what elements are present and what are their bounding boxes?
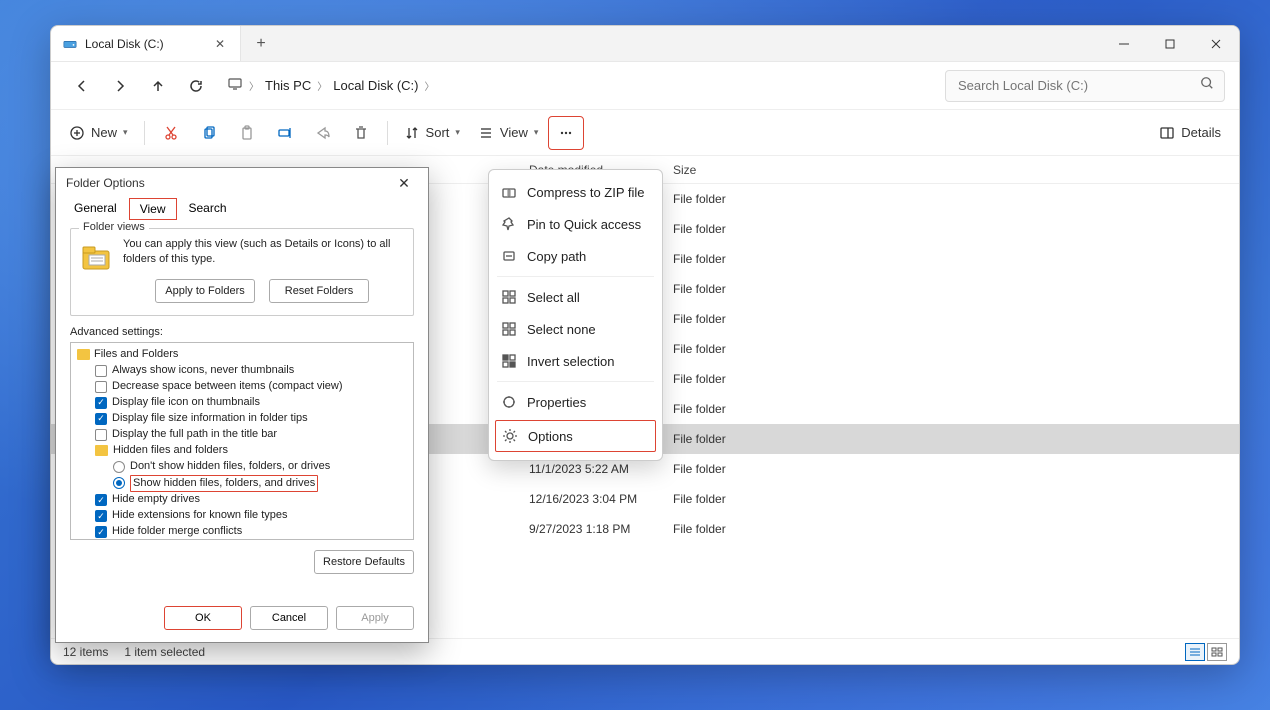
cell-type: File folder [673,372,813,386]
rename-button[interactable] [267,116,303,150]
view-button[interactable]: View▾ [470,116,546,150]
paste-button[interactable] [229,116,265,150]
reset-folders-button[interactable]: Reset Folders [269,279,369,303]
delete-button[interactable] [343,116,379,150]
close-window-button[interactable] [1193,26,1239,61]
cell-type: File folder [673,402,813,416]
folder-icon [95,445,108,456]
cancel-button[interactable]: Cancel [250,606,328,630]
toolbar: New▾ Sort▾ View▾ Details [51,110,1239,156]
menu-select-none[interactable]: Select none [489,313,662,345]
folder-views-icon [81,243,113,271]
new-tab-button[interactable]: + [241,26,281,61]
item-count: 12 items [63,645,108,659]
menu-pin[interactable]: Pin to Quick access [489,208,662,240]
cell-date: 12/16/2023 3:04 PM [529,492,673,506]
refresh-button[interactable] [179,69,213,103]
cut-button[interactable] [153,116,189,150]
cell-type: File folder [673,312,813,326]
tab-general[interactable]: General [64,198,127,220]
tab-title: Local Disk (C:) [85,37,204,51]
cell-date: 11/1/2023 5:22 AM [529,462,673,476]
search-input[interactable] [956,77,1200,94]
chevron-right-icon: 〉 [317,78,327,93]
advanced-settings-label: Advanced settings: [70,326,414,338]
details-pane-button[interactable]: Details [1151,116,1229,150]
browser-tab[interactable]: Local Disk (C:) ✕ [51,26,241,61]
share-button[interactable] [305,116,341,150]
radio[interactable] [113,461,125,473]
menu-options[interactable]: Options [495,420,656,452]
cell-date: 9/27/2023 1:18 PM [529,522,673,536]
tab-view[interactable]: View [129,198,177,220]
chevron-right-icon: 〉 [249,78,259,93]
selection-count: 1 item selected [124,645,205,659]
titlebar: Local Disk (C:) ✕ + [51,26,1239,62]
checkbox[interactable] [95,510,107,522]
menu-compress[interactable]: Compress to ZIP file [489,176,662,208]
folder-icon [77,349,90,360]
restore-defaults-button[interactable]: Restore Defaults [314,550,414,574]
menu-select-all[interactable]: Select all [489,281,662,313]
cell-type: File folder [673,432,813,446]
apply-to-folders-button[interactable]: Apply to Folders [155,279,255,303]
dialog-close-button[interactable]: ✕ [390,171,418,195]
minimize-button[interactable] [1101,26,1147,61]
radio[interactable] [113,477,125,489]
sort-button[interactable]: Sort▾ [396,116,468,150]
drive-icon [63,37,77,51]
cell-type: File folder [673,252,813,266]
thumbnails-view-toggle[interactable] [1207,643,1227,661]
crumb-this-pc[interactable]: This PC [265,78,311,93]
menu-properties[interactable]: Properties [489,386,662,418]
details-view-toggle[interactable] [1185,643,1205,661]
checkbox[interactable] [95,494,107,506]
folder-views-legend: Folder views [79,221,149,233]
up-button[interactable] [141,69,175,103]
chevron-right-icon: 〉 [424,78,434,93]
more-menu: Compress to ZIP file Pin to Quick access… [488,169,663,461]
cell-type: File folder [673,282,813,296]
cell-type: File folder [673,192,813,206]
back-button[interactable] [65,69,99,103]
tab-search[interactable]: Search [179,198,237,220]
crumb-local-disk[interactable]: Local Disk (C:) [333,78,418,93]
menu-invert-selection[interactable]: Invert selection [489,345,662,377]
menu-copy-path[interactable]: Copy path [489,240,662,272]
copy-button[interactable] [191,116,227,150]
monitor-icon [227,76,243,95]
checkbox[interactable] [95,429,107,441]
cell-type: File folder [673,462,813,476]
folder-options-dialog: Folder Options ✕ General View Search Fol… [55,167,429,643]
close-tab-button[interactable]: ✕ [212,36,228,52]
cell-type: File folder [673,492,813,506]
navbar: 〉 This PC 〉 Local Disk (C:) 〉 [51,62,1239,110]
checkbox[interactable] [95,365,107,377]
dialog-title: Folder Options [66,176,145,190]
checkbox[interactable] [95,526,107,538]
advanced-settings-tree[interactable]: Files and Folders Always show icons, nev… [70,342,414,540]
search-icon [1200,76,1214,95]
cell-type: File folder [673,342,813,356]
new-button[interactable]: New▾ [61,116,136,150]
folder-views-text: You can apply this view (such as Details… [123,237,403,267]
ok-button[interactable]: OK [164,606,242,630]
cell-type: File folder [673,222,813,236]
more-button[interactable] [548,116,584,150]
checkbox[interactable] [95,397,107,409]
forward-button[interactable] [103,69,137,103]
apply-button[interactable]: Apply [336,606,414,630]
breadcrumb[interactable]: 〉 This PC 〉 Local Disk (C:) 〉 [227,76,434,95]
checkbox[interactable] [95,413,107,425]
col-size[interactable]: Size [673,163,733,177]
checkbox[interactable] [95,381,107,393]
search-box[interactable] [945,70,1225,102]
maximize-button[interactable] [1147,26,1193,61]
cell-type: File folder [673,522,813,536]
